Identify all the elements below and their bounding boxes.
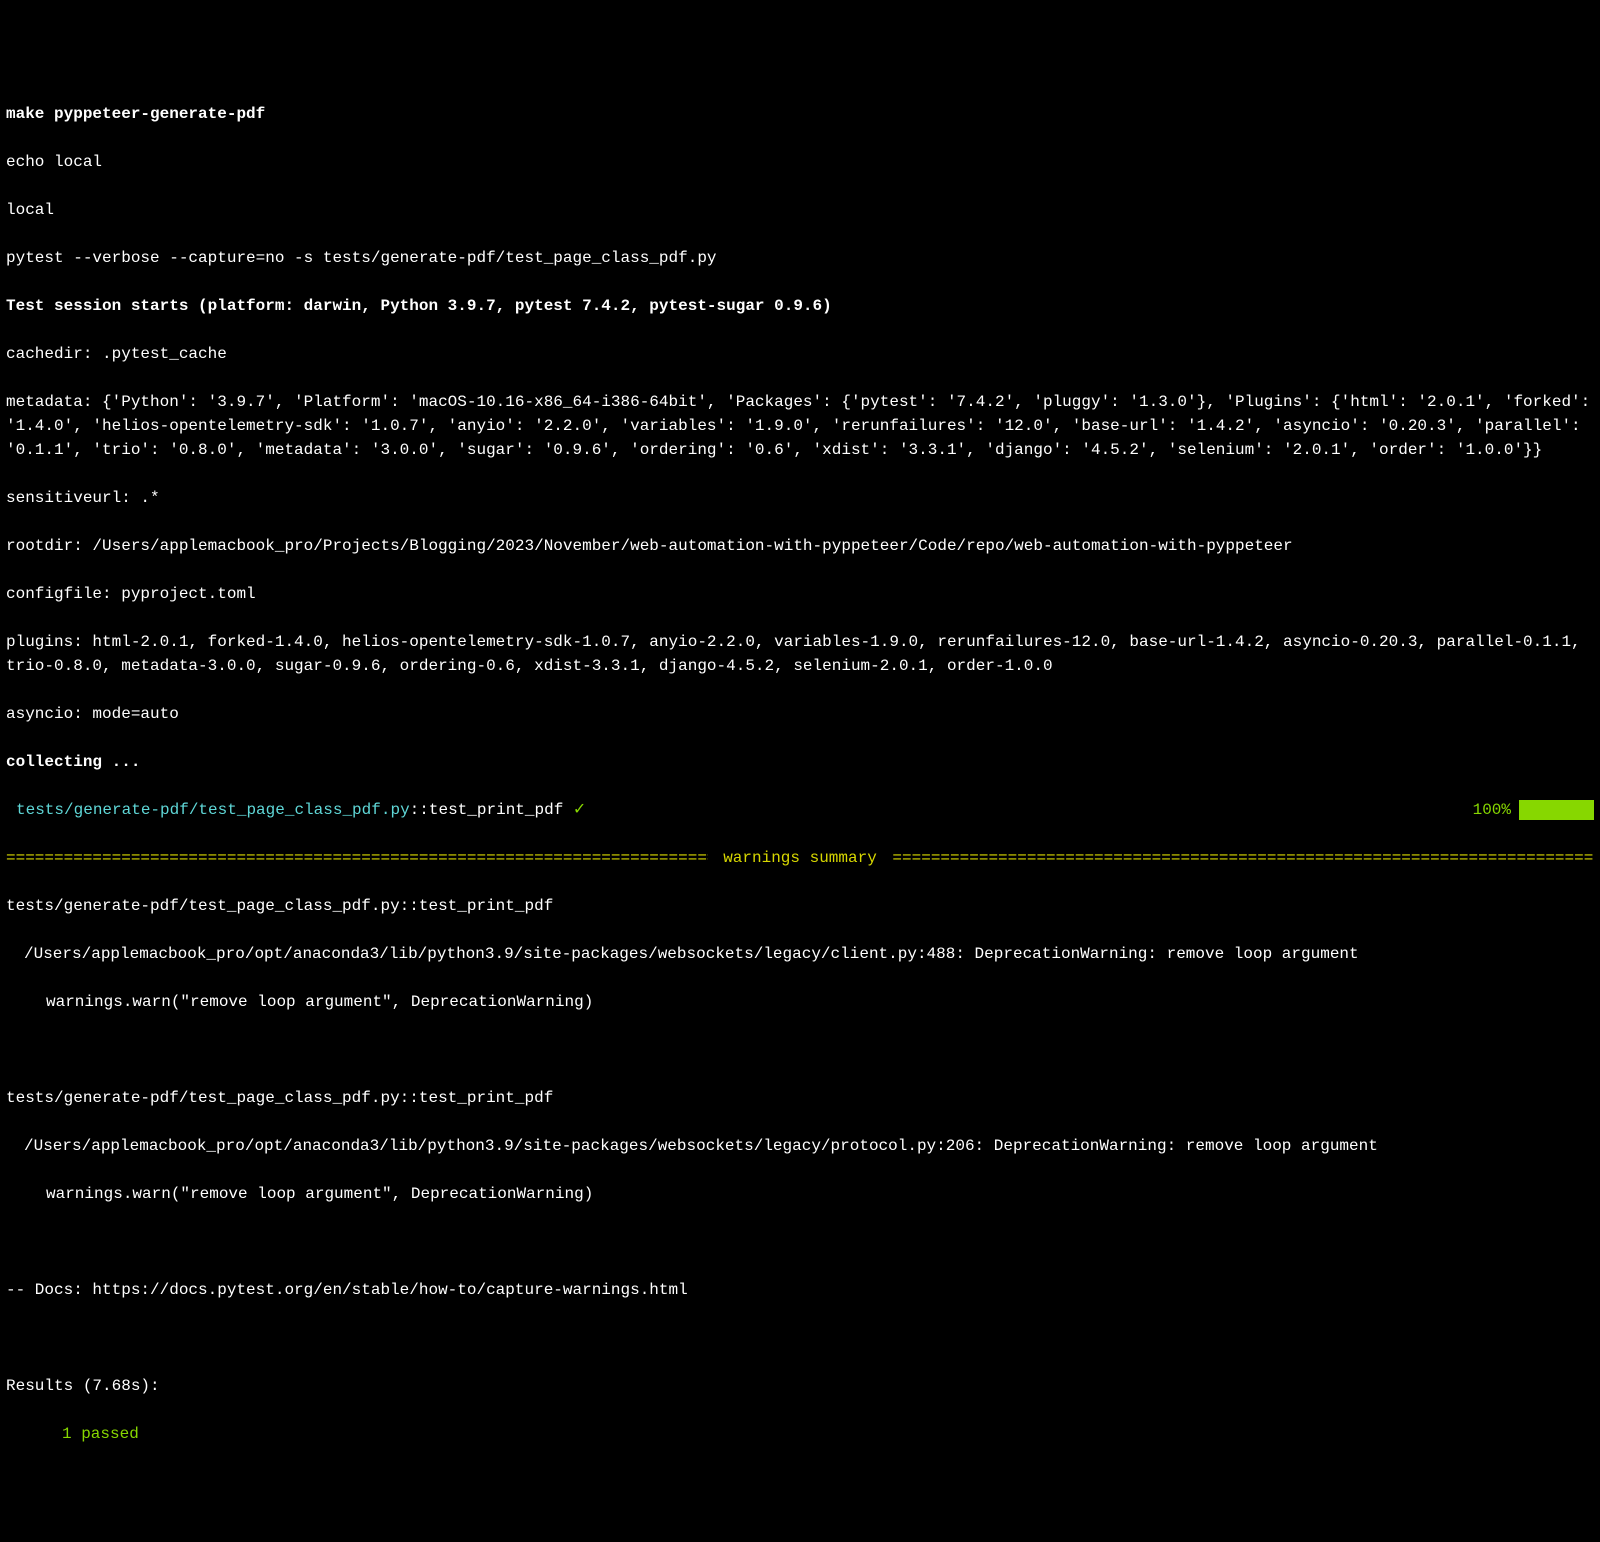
- asyncio-mode-line: asyncio: mode=auto: [6, 702, 1594, 726]
- check-icon: ✓: [573, 801, 586, 819]
- local-output: local: [6, 198, 1594, 222]
- progress-bar: [1519, 800, 1594, 820]
- warning-2-header: tests/generate-pdf/test_page_class_pdf.p…: [6, 1086, 1594, 1110]
- warning-1-code: warnings.warn("remove loop argument", De…: [6, 990, 1594, 1014]
- metadata-line: metadata: {'Python': '3.9.7', 'Platform'…: [6, 390, 1594, 462]
- test-function: ::test_print_pdf: [410, 801, 573, 819]
- echo-line: echo local: [6, 150, 1594, 174]
- pytest-command: pytest --verbose --capture=no -s tests/g…: [6, 246, 1594, 270]
- test-file-path: tests/generate-pdf/test_page_class_pdf.p…: [16, 801, 410, 819]
- session-header: Test session starts (platform: darwin, P…: [6, 294, 1594, 318]
- rule-left: ========================================…: [6, 846, 708, 870]
- cachedir-line: cachedir: .pytest_cache: [6, 342, 1594, 366]
- make-command: make pyppeteer-generate-pdf: [6, 102, 1594, 126]
- warning-2-path: /Users/applemacbook_pro/opt/anaconda3/li…: [6, 1134, 1594, 1158]
- collecting-line: collecting ...: [6, 750, 1594, 774]
- warning-2-code: warnings.warn("remove loop argument", De…: [6, 1182, 1594, 1206]
- sensitiveurl-line: sensitiveurl: .*: [6, 486, 1594, 510]
- test-percent: 100%: [1473, 798, 1511, 822]
- plugins-line: plugins: html-2.0.1, forked-1.4.0, helio…: [6, 630, 1594, 678]
- warning-1-header: tests/generate-pdf/test_page_class_pdf.p…: [6, 894, 1594, 918]
- rootdir-line: rootdir: /Users/applemacbook_pro/Project…: [6, 534, 1594, 558]
- passed-count: 1 passed: [6, 1422, 1594, 1446]
- warnings-summary-header: ========================================…: [6, 846, 1594, 870]
- rule-right: ========================================…: [892, 846, 1594, 870]
- docs-link-line: -- Docs: https://docs.pytest.org/en/stab…: [6, 1278, 1594, 1302]
- configfile-line: configfile: pyproject.toml: [6, 582, 1594, 606]
- test-result-line: tests/generate-pdf/test_page_class_pdf.p…: [6, 798, 1594, 822]
- warning-1-path: /Users/applemacbook_pro/opt/anaconda3/li…: [6, 942, 1594, 966]
- results-header: Results (7.68s):: [6, 1374, 1594, 1398]
- warnings-summary-label: warnings summary: [708, 846, 893, 870]
